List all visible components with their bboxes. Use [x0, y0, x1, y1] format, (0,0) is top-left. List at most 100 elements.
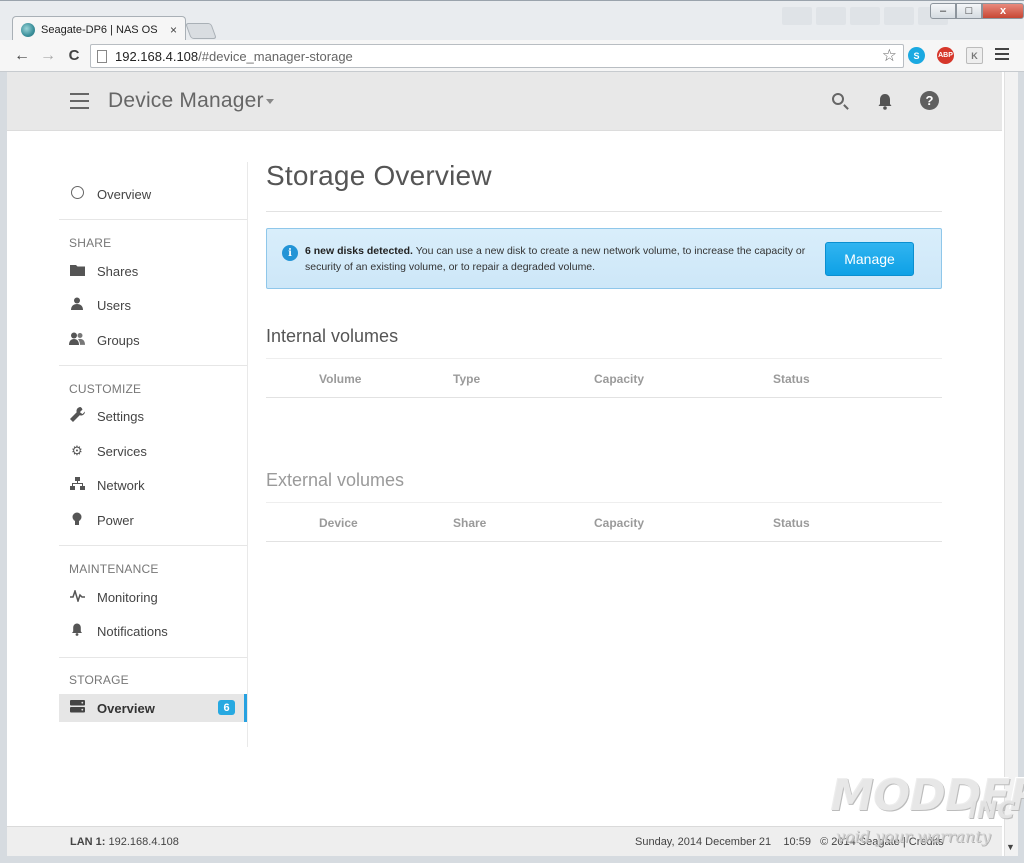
minimize-button[interactable]: –: [930, 3, 956, 19]
page-scrollbar[interactable]: [1004, 72, 1018, 856]
forward-arrow-icon[interactable]: →: [35, 47, 61, 65]
sidebar-item-storage-overview[interactable]: Overview 6: [59, 694, 247, 722]
scroll-down-arrow-icon[interactable]: ▼: [1006, 842, 1015, 852]
footer-date: Sunday, 2014 December 21: [635, 836, 772, 848]
page-title: Storage Overview: [266, 160, 492, 191]
sidebar-item-label: Monitoring: [97, 589, 158, 605]
lan-label: LAN 1:: [70, 836, 106, 848]
adblock-extension-icon[interactable]: ABP: [937, 47, 954, 64]
footer-right: Sunday, 2014 December 21 10:59 © 2014 Se…: [635, 836, 944, 848]
lightbulb-icon: [69, 512, 85, 529]
browser-tab[interactable]: Seagate-DP6 | NAS OS ×: [12, 16, 186, 42]
sidebar-item-shares[interactable]: Shares: [59, 257, 247, 285]
info-icon: i: [282, 245, 298, 261]
sidebar-item-power[interactable]: Power: [59, 506, 247, 534]
watermark-main-text: MODDERS: [830, 770, 1024, 821]
dashboard-icon: [69, 186, 85, 202]
url-host: 192.168.4.108: [115, 48, 199, 64]
column-header[interactable]: Share: [453, 516, 486, 530]
window-controls: – □ x: [930, 3, 1024, 19]
window-frame-right: [1018, 40, 1024, 863]
sidebar-item-groups[interactable]: Groups: [59, 326, 247, 354]
sidebar-item-settings[interactable]: Settings: [59, 402, 247, 430]
footer-copyright[interactable]: © 2014 Seagate | Credits: [820, 836, 943, 848]
internal-volumes-table-header: Volume Type Capacity Status: [266, 358, 942, 398]
alert-message: 6 new disks detected. You can use a new …: [305, 243, 815, 275]
close-window-button[interactable]: x: [982, 3, 1024, 19]
hard-drive-icon: [69, 700, 85, 716]
bookmark-star-icon[interactable]: ☆: [882, 46, 897, 66]
sidebar: Overview SHARE Shares Users Groups CUSTO…: [59, 162, 248, 747]
help-icon[interactable]: ?: [920, 91, 939, 110]
internal-volumes-heading: Internal volumes: [266, 326, 399, 346]
sidebar-item-label: Groups: [97, 332, 140, 348]
lan-status: LAN 1: 192.168.4.108: [70, 836, 179, 848]
wrench-icon: [69, 406, 85, 425]
user-icon: [69, 297, 85, 313]
app-title[interactable]: Device Manager: [108, 89, 264, 113]
status-footer: LAN 1: 192.168.4.108 Sunday, 2014 Decemb…: [7, 826, 1002, 856]
reload-icon[interactable]: C: [61, 47, 87, 64]
column-header[interactable]: Status: [773, 372, 810, 386]
url-path: /#device_manager-storage: [198, 48, 353, 64]
search-icon[interactable]: [830, 91, 850, 111]
gear-icon: ⚙: [71, 443, 83, 458]
column-header[interactable]: Status: [773, 516, 810, 530]
faded-background-tabs: [782, 7, 948, 25]
sidebar-item-monitoring[interactable]: Monitoring: [59, 583, 247, 611]
sidebar-item-users[interactable]: Users: [59, 291, 247, 319]
sidebar-item-overview[interactable]: Overview: [59, 180, 247, 208]
skype-extension-icon[interactable]: S: [908, 47, 925, 64]
section-label-customize: CUSTOMIZE: [69, 382, 142, 396]
sidebar-item-label: Overview: [97, 186, 152, 202]
column-header[interactable]: Type: [453, 372, 480, 386]
section-label-maintenance: MAINTENANCE: [69, 562, 159, 576]
address-bar[interactable]: 192.168.4.108/#device_manager-storage ☆: [90, 44, 904, 68]
new-tab-button[interactable]: [185, 23, 217, 39]
divider: [266, 211, 942, 212]
divider: [59, 365, 247, 366]
network-icon: [69, 477, 85, 493]
column-header[interactable]: Device: [319, 516, 358, 530]
users-group-icon: [69, 332, 85, 348]
bell-icon[interactable]: [875, 91, 895, 111]
folder-icon: [69, 264, 85, 279]
pulse-icon: [69, 588, 85, 605]
sidebar-item-label: Notifications: [97, 623, 168, 639]
sidebar-item-label: Power: [97, 512, 134, 528]
page-icon: [97, 49, 107, 63]
footer-time: 10:59: [783, 836, 811, 848]
column-header[interactable]: Capacity: [594, 372, 644, 386]
divider: [59, 657, 247, 658]
section-label-storage: STORAGE: [69, 673, 129, 687]
sidebar-item-network[interactable]: Network: [59, 471, 247, 499]
sidebar-item-notifications[interactable]: Notifications: [59, 617, 247, 645]
k-extension-icon[interactable]: K: [966, 47, 983, 64]
bell-icon: [69, 623, 85, 639]
sidebar-item-services[interactable]: ⚙ Services: [59, 437, 247, 465]
window-frame-left: [0, 40, 7, 863]
browser-toolbar: ← → C 192.168.4.108/#device_manager-stor…: [0, 40, 1024, 72]
tab-close-icon[interactable]: ×: [170, 23, 177, 37]
tab-title: Seagate-DP6 | NAS OS: [41, 23, 158, 36]
sidebar-item-label: Settings: [97, 408, 144, 424]
external-volumes-heading: External volumes: [266, 470, 405, 490]
lan-ip: 192.168.4.108: [105, 836, 179, 848]
column-header[interactable]: Volume: [319, 372, 361, 386]
divider: [59, 219, 247, 220]
sidebar-item-label: Shares: [97, 263, 139, 279]
manage-button[interactable]: Manage: [825, 242, 914, 276]
sidebar-item-label: Services: [97, 443, 147, 459]
chevron-down-icon[interactable]: [266, 99, 274, 104]
hamburger-menu-icon[interactable]: [70, 93, 89, 114]
sidebar-item-label: Overview: [97, 700, 155, 716]
browser-menu-icon[interactable]: [995, 48, 1009, 63]
maximize-button[interactable]: □: [956, 3, 982, 19]
column-header[interactable]: Capacity: [594, 516, 644, 530]
browser-titlebar: Seagate-DP6 | NAS OS × – □ x: [0, 0, 1024, 42]
external-volumes-table-header: Device Share Capacity Status: [266, 502, 942, 542]
section-label-share: SHARE: [69, 236, 112, 250]
back-arrow-icon[interactable]: ←: [9, 47, 35, 65]
sidebar-item-label: Network: [97, 477, 145, 493]
window-frame-bottom: [0, 856, 1024, 863]
